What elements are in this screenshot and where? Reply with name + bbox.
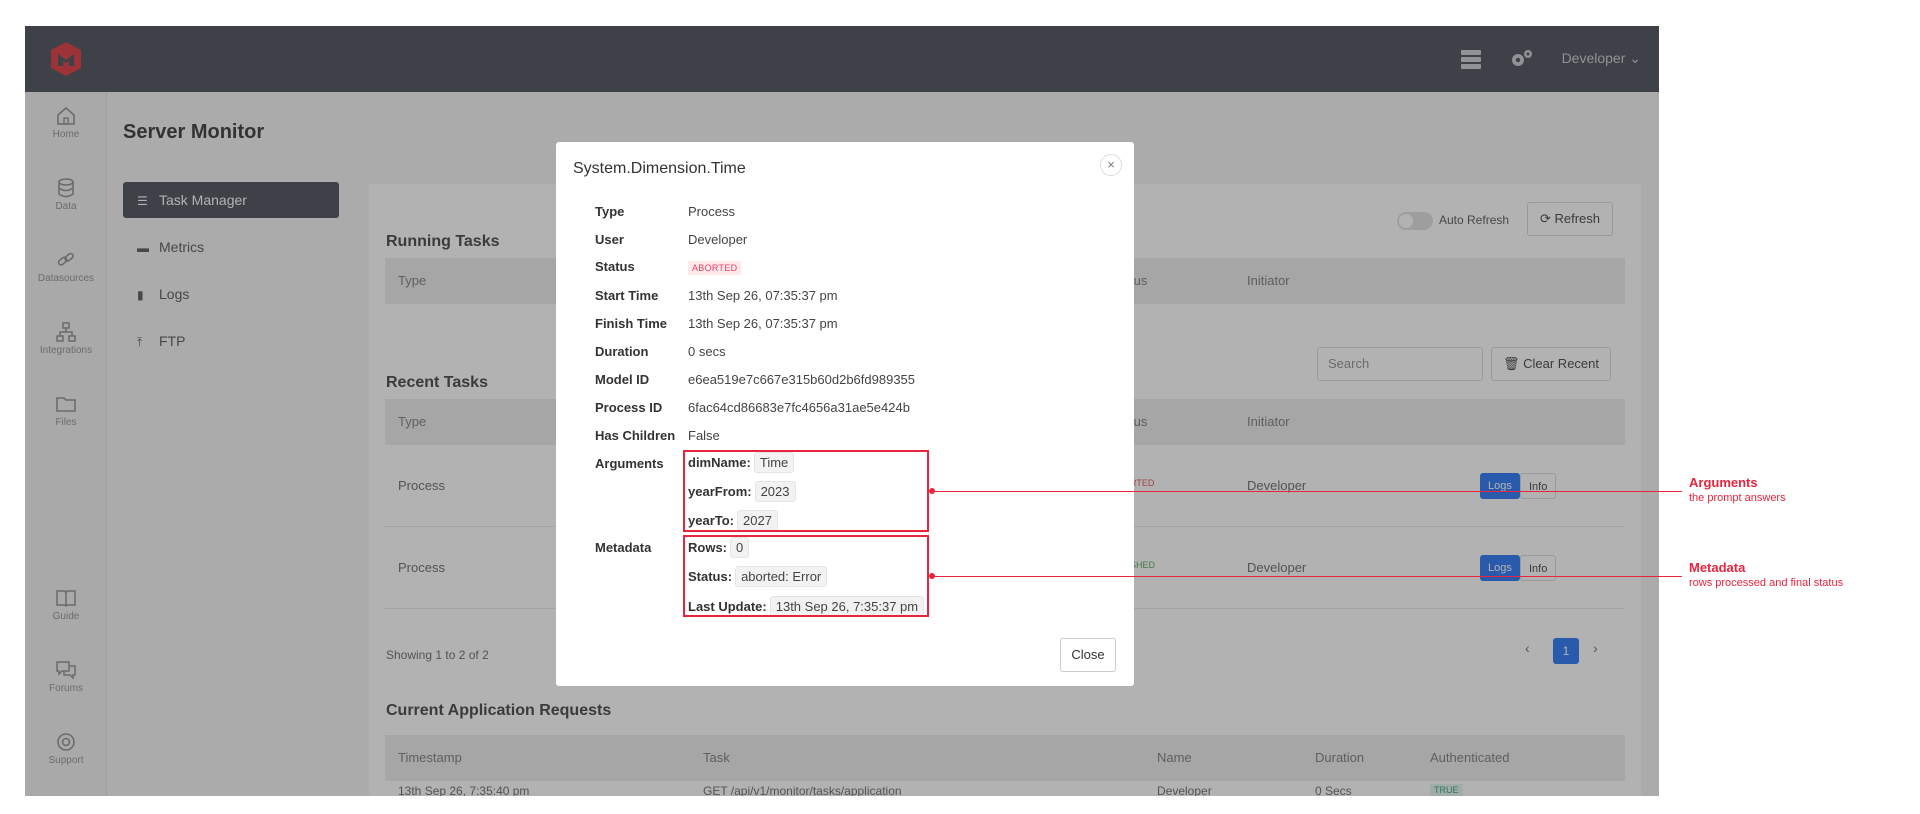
field-label: Process ID (595, 400, 663, 415)
status-badge: ABORTED (688, 261, 742, 275)
field-label: Model ID (595, 372, 650, 387)
field-label: Type (595, 204, 625, 219)
field-value: 13th Sep 26, 07:35:37 pm (688, 316, 838, 331)
arguments-label: Arguments (595, 456, 664, 471)
close-icon[interactable]: × (1100, 154, 1122, 176)
close-button[interactable]: Close (1060, 638, 1116, 672)
metadata-callout-title: Metadata (1689, 560, 1746, 575)
field-value: 0 secs (688, 344, 726, 359)
arguments-callout-title: Arguments (1689, 475, 1758, 490)
field-label: Has Children (595, 428, 676, 443)
modal-title: System.Dimension.Time (573, 160, 746, 177)
field-value: Developer (688, 232, 748, 247)
arguments-highlight (683, 450, 929, 532)
task-info-modal: System.Dimension.Time × Type Process Use… (556, 142, 1134, 686)
metadata-callout-line (932, 576, 1682, 577)
field-label: Duration (595, 344, 649, 359)
arguments-callout-subtitle: the prompt answers (1689, 492, 1786, 504)
field-value: Process (688, 204, 735, 219)
field-value: 13th Sep 26, 07:35:37 pm (688, 288, 838, 303)
field-label: Status (595, 259, 635, 274)
app-window: Developer ⌄ Home Data Datasources Integr… (25, 26, 1659, 796)
field-label: Start Time (595, 288, 659, 303)
arguments-callout-line (932, 491, 1682, 492)
metadata-highlight (683, 535, 929, 617)
field-label: User (595, 232, 624, 247)
field-value: 6fac64cd86683e7fc4656a31ae5e424b (688, 400, 910, 415)
status-value: ABORTED (688, 259, 742, 275)
metadata-label: Metadata (595, 540, 652, 555)
field-value: False (688, 428, 720, 443)
field-label: Finish Time (595, 316, 667, 331)
metadata-callout-subtitle: rows processed and final status (1689, 577, 1844, 589)
field-value: e6ea519e7c667e315b60d2b6fd989355 (688, 372, 916, 387)
